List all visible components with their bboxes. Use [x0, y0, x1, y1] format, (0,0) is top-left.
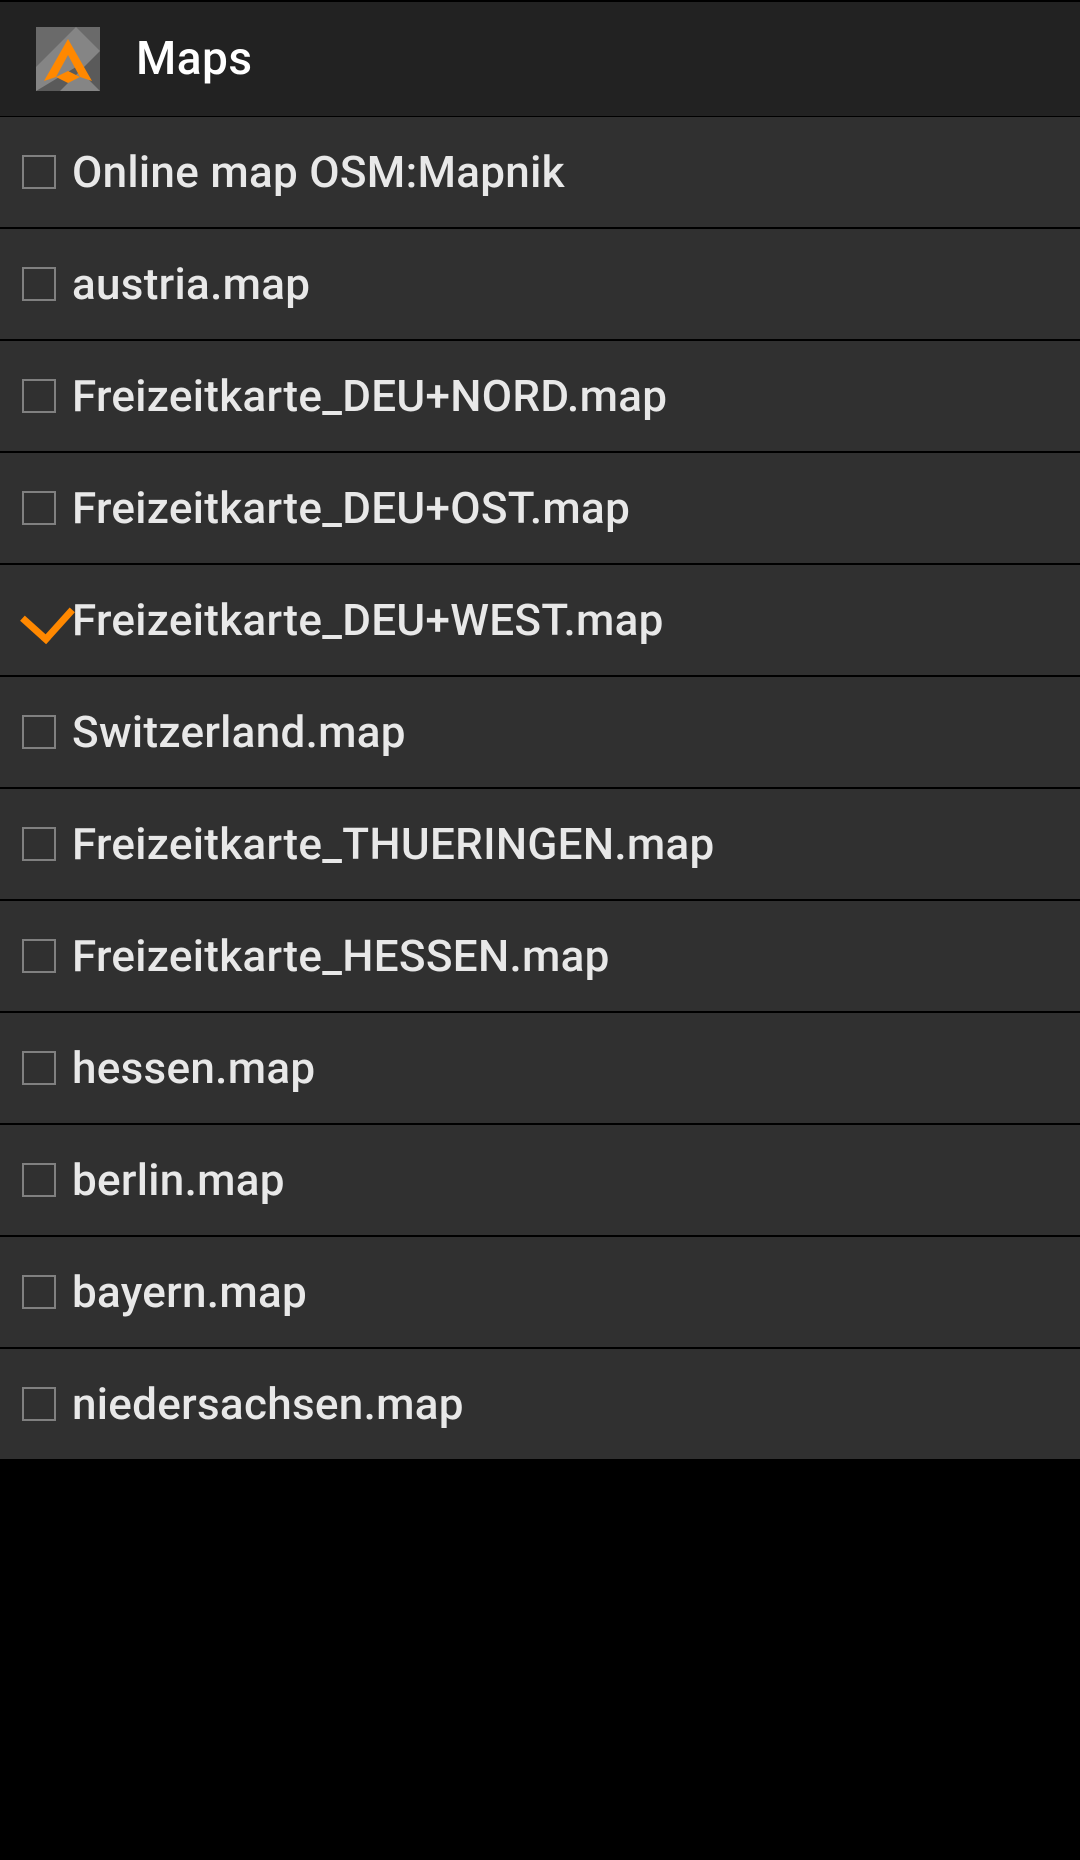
checkbox-icon[interactable]	[22, 827, 56, 861]
map-item-label: Freizeitkarte_DEU+WEST.map	[72, 594, 664, 646]
maps-list: Online map OSM:Mapnik austria.map Freize…	[0, 117, 1080, 1461]
checkbox-icon[interactable]	[22, 491, 56, 525]
map-item-berlin[interactable]: berlin.map	[0, 1125, 1080, 1237]
map-item-label: Freizeitkarte_DEU+NORD.map	[72, 370, 667, 422]
map-item-niedersachsen[interactable]: niedersachsen.map	[0, 1349, 1080, 1461]
map-item-freizeitkarte-deu-nord[interactable]: Freizeitkarte_DEU+NORD.map	[0, 341, 1080, 453]
map-item-label: bayern.map	[72, 1266, 307, 1318]
map-item-freizeitkarte-hessen[interactable]: Freizeitkarte_HESSEN.map	[0, 901, 1080, 1013]
checkbox-icon[interactable]	[22, 267, 56, 301]
checkbox-icon[interactable]	[22, 1163, 56, 1197]
map-item-hessen[interactable]: hessen.map	[0, 1013, 1080, 1125]
checkbox-icon[interactable]	[22, 379, 56, 413]
map-item-freizeitkarte-thueringen[interactable]: Freizeitkarte_THUERINGEN.map	[0, 789, 1080, 901]
map-item-online-osm[interactable]: Online map OSM:Mapnik	[0, 117, 1080, 229]
map-item-freizeitkarte-deu-ost[interactable]: Freizeitkarte_DEU+OST.map	[0, 453, 1080, 565]
map-item-label: Freizeitkarte_THUERINGEN.map	[72, 818, 715, 870]
map-item-freizeitkarte-deu-west[interactable]: Freizeitkarte_DEU+WEST.map	[0, 565, 1080, 677]
checkbox-icon[interactable]	[22, 1051, 56, 1085]
checkbox-icon[interactable]	[22, 715, 56, 749]
map-item-label: Freizeitkarte_DEU+OST.map	[72, 482, 630, 534]
checkbox-icon[interactable]	[22, 939, 56, 973]
map-item-label: hessen.map	[72, 1042, 315, 1094]
checkbox-icon[interactable]	[22, 1387, 56, 1421]
app-icon	[36, 27, 100, 91]
map-item-switzerland[interactable]: Switzerland.map	[0, 677, 1080, 789]
checkbox-checked-icon[interactable]	[22, 603, 56, 637]
map-item-label: niedersachsen.map	[72, 1378, 464, 1430]
map-item-label: Switzerland.map	[72, 706, 406, 758]
map-item-label: berlin.map	[72, 1154, 285, 1206]
map-item-bayern[interactable]: bayern.map	[0, 1237, 1080, 1349]
map-item-label: Freizeitkarte_HESSEN.map	[72, 930, 610, 982]
page-title: Maps	[136, 32, 253, 86]
map-item-label: austria.map	[72, 258, 310, 310]
map-item-label: Online map OSM:Mapnik	[72, 146, 565, 198]
checkbox-icon[interactable]	[22, 155, 56, 189]
app-header: Maps	[0, 2, 1080, 117]
checkbox-icon[interactable]	[22, 1275, 56, 1309]
map-item-austria[interactable]: austria.map	[0, 229, 1080, 341]
